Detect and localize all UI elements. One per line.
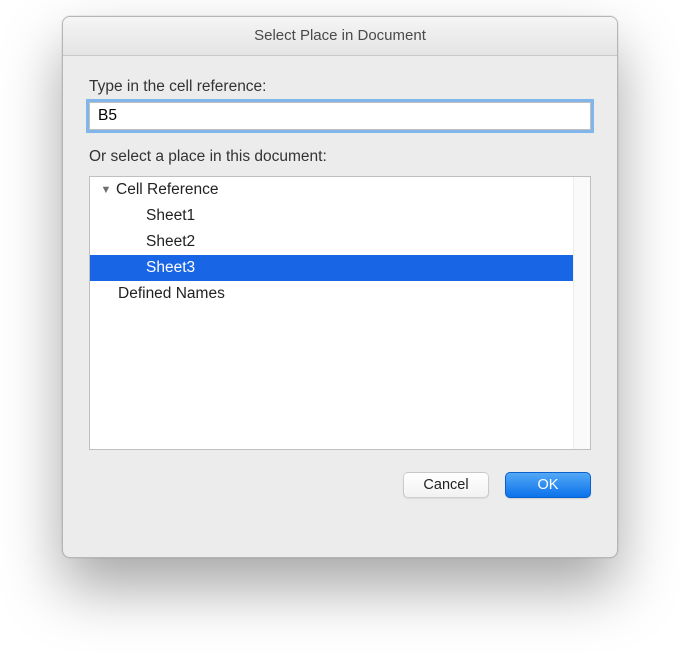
tree-group-defined-names[interactable]: Defined Names: [90, 281, 573, 307]
dialog-window: Select Place in Document Type in the cel…: [62, 16, 618, 558]
cancel-button[interactable]: Cancel: [403, 472, 489, 498]
select-place-label: Or select a place in this document:: [89, 148, 591, 166]
dialog-button-row: Cancel OK: [89, 472, 591, 498]
scrollbar-track[interactable]: [573, 177, 590, 449]
dialog-title: Select Place in Document: [63, 17, 617, 56]
tree-group-label: Cell Reference: [116, 181, 219, 198]
tree-item-sheet3[interactable]: Sheet3: [90, 255, 573, 281]
dialog-content: Type in the cell reference: Or select a …: [63, 56, 617, 516]
tree-item-sheet2[interactable]: Sheet2: [90, 229, 573, 255]
place-tree-list[interactable]: ▼Cell Reference Sheet1 Sheet2 Sheet3 Def…: [90, 177, 573, 449]
ok-button[interactable]: OK: [505, 472, 591, 498]
tree-item-sheet1[interactable]: Sheet1: [90, 203, 573, 229]
cell-reference-input[interactable]: [89, 102, 591, 130]
place-tree: ▼Cell Reference Sheet1 Sheet2 Sheet3 Def…: [89, 176, 591, 450]
cell-reference-field-wrap: [89, 102, 591, 130]
disclosure-triangle-icon[interactable]: ▼: [96, 177, 116, 203]
tree-group-cell-reference[interactable]: ▼Cell Reference: [90, 177, 573, 203]
cell-reference-label: Type in the cell reference:: [89, 78, 591, 96]
